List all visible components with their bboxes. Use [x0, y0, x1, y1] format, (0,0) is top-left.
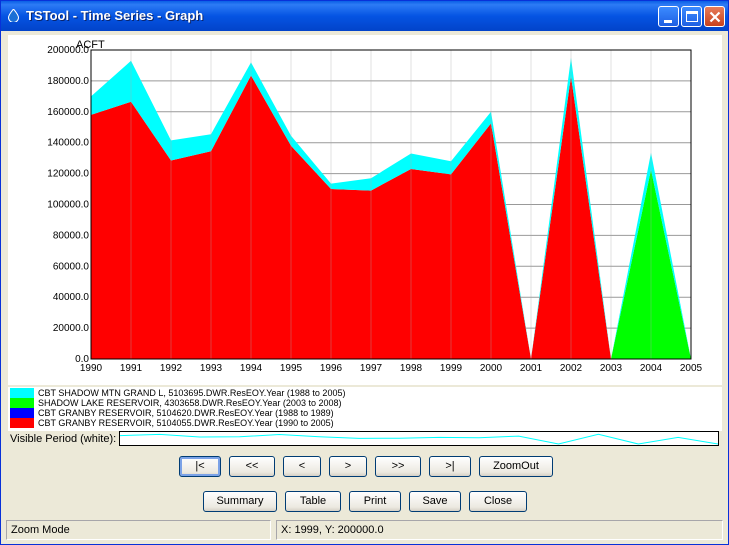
y-tick-label: 100000.0 — [47, 200, 89, 211]
x-tick-label: 1991 — [120, 363, 143, 374]
x-tick-label: 1992 — [160, 363, 183, 374]
chart-legend: CBT SHADOW MTN GRAND L, 5103695.DWR.ResE… — [8, 387, 722, 431]
y-axis-label: ACFT — [76, 39, 105, 51]
maximize-icon — [686, 11, 698, 22]
x-tick-label: 2004 — [640, 363, 663, 374]
x-tick-label: 2001 — [520, 363, 543, 374]
stacked-area-chart[interactable]: 0.020000.040000.060000.080000.0100000.01… — [8, 35, 722, 385]
minimize-button[interactable] — [658, 6, 679, 27]
y-tick-label: 80000.0 — [53, 230, 90, 241]
maximize-button[interactable] — [681, 6, 702, 27]
minimize-icon — [664, 20, 672, 23]
legend-swatch — [10, 398, 34, 408]
visible-period-overview[interactable] — [119, 431, 719, 446]
visible-period-label: Visible Period (white): — [10, 433, 117, 445]
x-tick-label: 2002 — [560, 363, 583, 374]
y-tick-label: 120000.0 — [47, 169, 89, 180]
zoom-out-button[interactable]: ZoomOut — [479, 456, 553, 477]
legend-label: CBT GRANBY RESERVOIR, 5104055.DWR.ResEOY… — [38, 418, 334, 428]
x-tick-label: 1997 — [360, 363, 383, 374]
x-tick-label: 1993 — [200, 363, 223, 374]
back-page-button[interactable]: << — [229, 456, 275, 477]
close-icon — [709, 11, 721, 23]
x-tick-label: 2000 — [480, 363, 503, 374]
window-client: 0.0 20000.0 40000.0 60000.0 80000.0 100000.0 1… — [4, 31, 725, 543]
x-tick-label: 2003 — [600, 363, 623, 374]
window-title: TSTool - Time Series - Graph — [26, 8, 204, 23]
y-tick-label: 160000.0 — [47, 107, 89, 118]
x-tick-label: 1998 — [400, 363, 423, 374]
x-tick-label: 1994 — [240, 363, 263, 374]
x-tick-label: 1990 — [80, 363, 103, 374]
y-tick-label: 60000.0 — [53, 261, 90, 272]
summary-button[interactable]: Summary — [203, 491, 277, 512]
tstool-graph-window: TSTool - Time Series - Graph 0.0 20000.0 4… — [0, 0, 729, 545]
droplet-icon — [8, 9, 19, 22]
x-tick-label: 1995 — [280, 363, 303, 374]
close-button[interactable]: Close — [469, 491, 527, 512]
x-tick-label: 1996 — [320, 363, 343, 374]
y-tick-label: 40000.0 — [53, 292, 90, 303]
x-tick-label: 1999 — [440, 363, 463, 374]
forward-button[interactable]: > — [329, 456, 367, 477]
title-bar[interactable]: TSTool - Time Series - Graph — [1, 1, 728, 31]
table-button[interactable]: Table — [285, 491, 341, 512]
visible-period-sparkline — [119, 433, 719, 445]
first-page-button[interactable]: |< — [179, 456, 221, 477]
x-tick-label: 2005 — [680, 363, 703, 374]
print-button[interactable]: Print — [349, 491, 401, 512]
legend-swatch — [10, 408, 34, 418]
legend-label: SHADOW LAKE RESERVOIR, 4303658.DWR.ResEO… — [38, 398, 342, 408]
legend-swatch — [10, 418, 34, 428]
legend-label: CBT GRANBY RESERVOIR, 5104620.DWR.ResEOY… — [38, 408, 334, 418]
graph-panel[interactable]: 0.0 20000.0 40000.0 60000.0 80000.0 100000.0 1… — [8, 35, 722, 385]
close-window-button[interactable] — [704, 6, 725, 27]
y-tick-label: 140000.0 — [47, 138, 89, 149]
area-series-0 — [91, 75, 691, 360]
visible-period-line — [119, 433, 719, 445]
forward-page-button[interactable]: >> — [375, 456, 421, 477]
last-page-button[interactable]: >| — [429, 456, 471, 477]
legend-swatch — [10, 388, 34, 398]
legend-label: CBT SHADOW MTN GRAND L, 5103695.DWR.ResE… — [38, 388, 346, 398]
back-button[interactable]: < — [283, 456, 321, 477]
status-coordinates: X: 1999, Y: 200000.0 — [276, 520, 723, 540]
y-tick-label: 180000.0 — [47, 76, 89, 87]
y-tick-label: 20000.0 — [53, 323, 90, 334]
status-mode: Zoom Mode — [6, 520, 271, 540]
save-button[interactable]: Save — [409, 491, 461, 512]
